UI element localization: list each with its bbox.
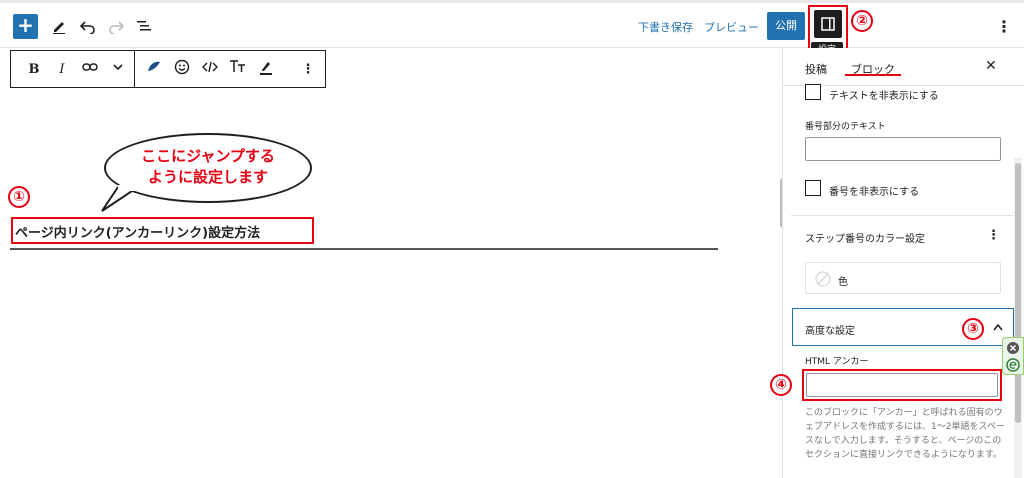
- annotation-number-1: ①: [8, 186, 30, 208]
- text-color-icon[interactable]: [255, 59, 277, 81]
- color-picker-row[interactable]: 色: [805, 262, 1001, 294]
- number-text-input[interactable]: [805, 137, 1001, 161]
- preview-button[interactable]: プレビュー: [704, 19, 759, 35]
- advanced-settings-title: 高度な設定: [805, 326, 855, 337]
- chevron-up-icon: [993, 323, 1003, 331]
- annotation-number-4: ④: [770, 374, 792, 396]
- annotation-number-2: ②: [851, 10, 873, 32]
- link-icon[interactable]: [79, 59, 101, 81]
- close-icon[interactable]: ✕: [985, 58, 997, 74]
- publish-button[interactable]: 公開: [767, 12, 805, 40]
- text-size-icon[interactable]: [227, 59, 249, 81]
- block-options-icon[interactable]: ⋮: [297, 59, 319, 81]
- sidebar-tabs: 投稿 ブロック ✕: [783, 48, 1024, 86]
- italic-button[interactable]: I: [51, 59, 73, 81]
- redo-icon[interactable]: [104, 14, 128, 38]
- annotation-underline-block-tab: [845, 74, 901, 76]
- annotation-number-4-label: ④: [770, 374, 792, 396]
- bubble-line-1: ここにジャンプする: [141, 147, 275, 165]
- sidebar-scrollbar[interactable]: [1015, 163, 1021, 423]
- options-menu-icon[interactable]: ⋮: [992, 14, 1016, 38]
- speech-bubble-tail: [101, 185, 134, 212]
- speech-bubble-text: ここにジャンプする ように設定します: [104, 146, 312, 188]
- annotation-number-2-label: ②: [851, 10, 873, 32]
- hide-text-label: テキストを非表示にする: [829, 91, 939, 102]
- close-circle-icon: [1007, 342, 1019, 354]
- heading-block[interactable]: ページ内リンク(アンカーリンク)設定方法: [15, 222, 260, 241]
- hide-text-checkbox[interactable]: [805, 84, 821, 100]
- empty-color-swatch-icon: [815, 271, 831, 287]
- list-view-icon[interactable]: [132, 14, 156, 38]
- bubble-line-2: ように設定します: [147, 168, 268, 186]
- hide-number-checkbox[interactable]: [805, 180, 821, 196]
- section-divider: [791, 215, 1013, 216]
- extension-widget[interactable]: [1002, 337, 1024, 375]
- extension-logo-icon: [1006, 358, 1020, 372]
- emoji-icon[interactable]: [171, 59, 193, 81]
- block-toolbar: B I ⋮: [10, 50, 326, 88]
- color-options-icon[interactable]: ⋮: [987, 228, 1000, 243]
- heading-underline: [10, 248, 718, 250]
- pencil-icon[interactable]: [47, 14, 71, 38]
- annotation-box-anchor: [802, 369, 1002, 401]
- annotation-number-1-label: ①: [8, 186, 30, 208]
- toolbar-divider: [134, 51, 135, 87]
- hide-number-label: 番号を非表示にする: [829, 187, 920, 198]
- color-label: 色: [838, 277, 848, 288]
- number-text-label: 番号部分のテキスト: [805, 122, 886, 132]
- annotation-number-3-label: ③: [962, 318, 984, 340]
- annotation-number-3: ③: [962, 318, 984, 340]
- undo-icon[interactable]: [76, 14, 100, 38]
- bold-button[interactable]: B: [23, 59, 45, 81]
- settings-sidebar: 投稿 ブロック ✕ テキストを非表示にする 番号部分のテキスト 番号を非表示にす…: [782, 48, 1024, 478]
- add-block-button[interactable]: +: [13, 14, 38, 39]
- html-anchor-label: HTML アンカー: [805, 357, 869, 367]
- chevron-down-icon[interactable]: [107, 59, 129, 81]
- save-draft-button[interactable]: 下書き保存: [638, 19, 693, 35]
- html-anchor-help-text: このブロックに「アンカー」と呼ばれる固有のウェブアドレスを作成するには、1〜2単…: [805, 408, 1005, 460]
- code-icon[interactable]: [199, 59, 221, 81]
- highlighter-brand-icon[interactable]: [143, 59, 165, 81]
- step-color-title: ステップ番号のカラー設定: [805, 234, 925, 245]
- tab-post[interactable]: 投稿: [805, 61, 827, 77]
